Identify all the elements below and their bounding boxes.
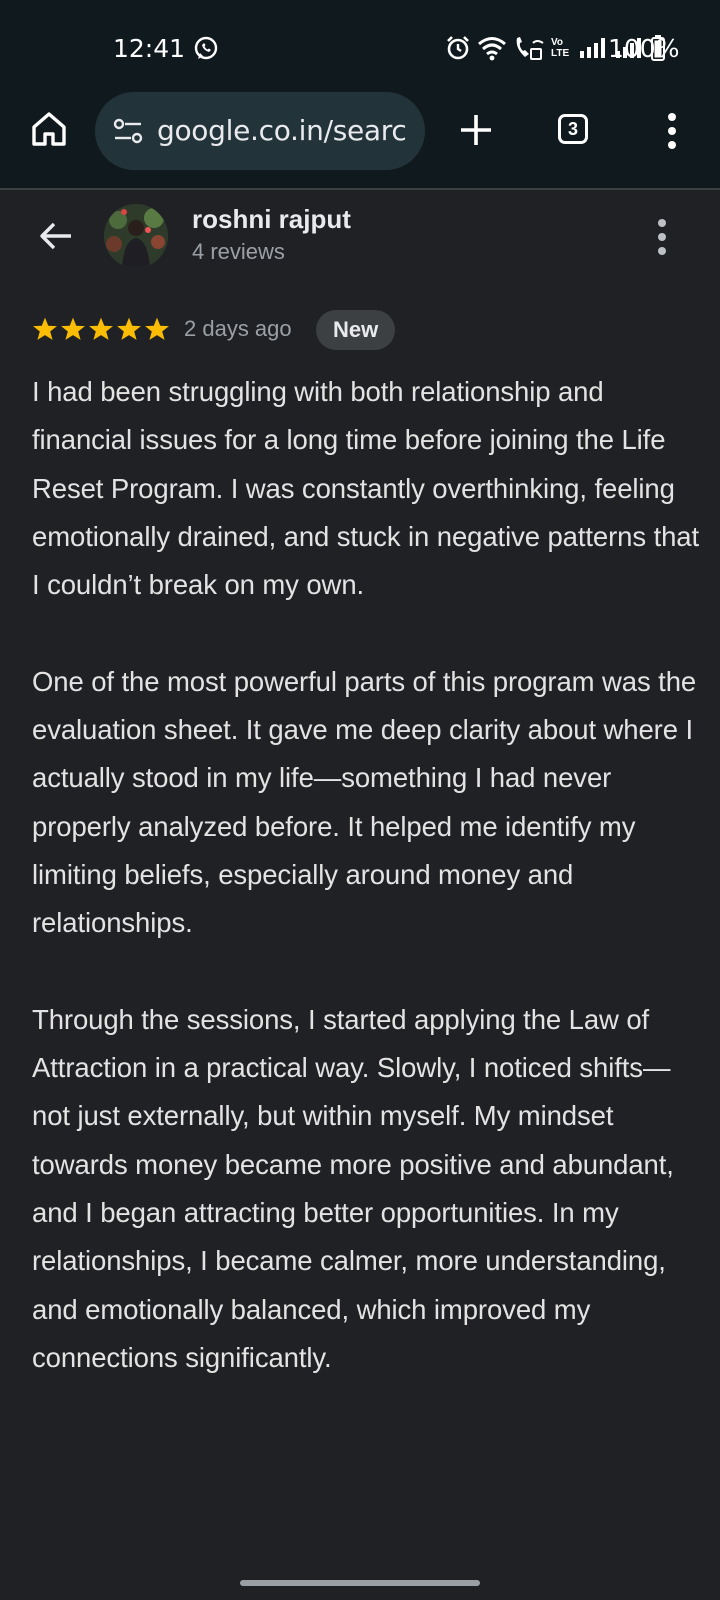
review-count: 4 reviews — [192, 239, 285, 264]
new-badge: New — [316, 310, 396, 350]
volte-icon: Vo LTE — [551, 37, 570, 59]
wifi-icon — [478, 37, 506, 61]
review-date: 2 days ago — [184, 316, 292, 341]
star-icon — [33, 317, 57, 340]
menu-icon[interactable] — [664, 112, 680, 150]
whatsapp-icon — [194, 36, 218, 60]
star-icon — [61, 317, 85, 340]
address-bar[interactable]: google.co.in/search — [95, 92, 425, 170]
status-time: 12:41 — [113, 34, 186, 63]
avatar-photo — [104, 204, 168, 268]
wifi-call-icon — [516, 37, 544, 60]
star-icon — [89, 317, 113, 340]
tune-icon[interactable] — [113, 117, 143, 145]
review-paragraph: I had been struggling with both relation… — [32, 376, 700, 601]
avatar[interactable] — [104, 204, 168, 268]
review-paragraph: One of the most powerful parts of this p… — [32, 665, 697, 939]
alarm-icon — [447, 36, 469, 60]
battery-percent: 100% — [608, 34, 680, 63]
review-body: I had been struggling with both relation… — [32, 368, 702, 1431]
plus-icon[interactable] — [458, 112, 494, 148]
reviewer-name[interactable]: roshni rajput — [192, 204, 351, 235]
browser-toolbar: google.co.in/search 3 — [0, 92, 720, 190]
tabs-button[interactable]: 3 — [558, 114, 588, 144]
status-bar: 12:41 Vo LTE 100% — [0, 0, 720, 92]
star-icon — [145, 317, 169, 340]
home-icon[interactable] — [30, 110, 68, 148]
review-paragraph: Through the sessions, I started applying… — [32, 1003, 674, 1373]
signal-icon — [580, 38, 605, 58]
star-icon — [117, 317, 141, 340]
back-arrow-icon[interactable] — [38, 218, 74, 254]
star-rating — [32, 316, 170, 342]
gesture-bar[interactable] — [240, 1580, 480, 1586]
url-text[interactable]: google.co.in/search — [157, 114, 407, 147]
more-options-icon[interactable] — [654, 218, 670, 256]
